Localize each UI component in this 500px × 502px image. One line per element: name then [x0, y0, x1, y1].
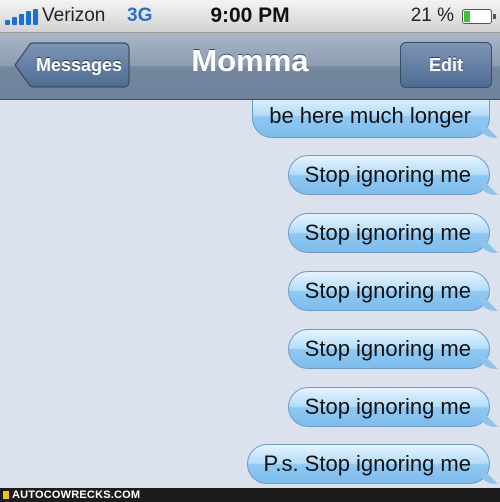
watermark-bar: AUTOCOWRECKS.COM — [0, 488, 500, 502]
battery-percentage: 21 % — [410, 5, 454, 26]
message-bubble[interactable]: Stop ignoring me — [287, 213, 490, 253]
navigation-bar: Messages Momma Edit — [0, 33, 500, 100]
conversation-title: Momma — [191, 43, 309, 78]
edit-button[interactable]: Edit — [400, 42, 492, 88]
battery-icon — [462, 9, 496, 24]
battery-fill — [464, 11, 470, 22]
message-bubble[interactable]: Stop ignoring me — [287, 271, 490, 311]
message-bubble[interactable]: Stop ignoring me — [287, 387, 490, 427]
back-button-label: Messages — [35, 55, 123, 75]
message-bubble[interactable]: Stop ignoring me — [287, 155, 490, 195]
back-button[interactable]: Messages — [14, 42, 130, 88]
message-bubble[interactable]: Stop ignoring me — [287, 329, 490, 369]
watermark-logo-icon — [3, 491, 9, 499]
watermark-text: AUTOCOWRECKS.COM — [12, 489, 141, 501]
message-bubble[interactable]: be here much longer — [252, 100, 490, 138]
message-thread[interactable]: be here much longer Stop ignoring me Sto… — [0, 100, 500, 488]
message-bubble[interactable]: P.s. Stop ignoring me — [246, 444, 490, 484]
status-bar: Verizon 3G 9:00 PM 21 % — [0, 0, 500, 33]
